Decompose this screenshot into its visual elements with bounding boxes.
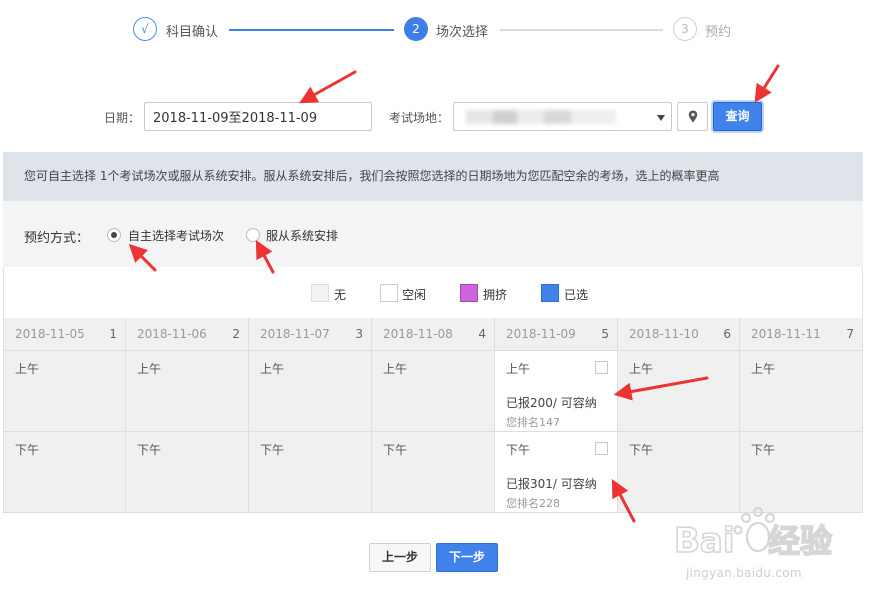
day-header-weekday: 3 (355, 327, 363, 341)
step-2-number: 2 (404, 17, 428, 41)
watermark-url: jingyan.baidu.com (686, 566, 802, 580)
session-slot-unavailable: 下午 (249, 432, 372, 513)
step-3-label: 预约 (705, 25, 732, 40)
slot-enrollment-count: 已报200/ 可容纳 (506, 396, 597, 410)
notice-banner: 您可自主选择 1个考试场次或服从系统安排。服从系统安排后，我们会按照您选择的日期… (3, 152, 863, 201)
day-header-weekday: 1 (109, 327, 117, 341)
calendar-day-header: 2018-11-11 7 (740, 318, 863, 351)
session-slot-unavailable: 上午 (372, 351, 495, 432)
arrow-to-date-input (299, 70, 357, 104)
step-connector-2 (500, 29, 663, 31)
svg-text:Bai: Bai (674, 521, 735, 561)
slot-rank: 您排名147 (506, 416, 560, 429)
booking-mode-title: 预约方式： (24, 231, 90, 246)
next-step-button[interactable]: 下一步 (436, 543, 498, 572)
slot-period-label: 上午 (383, 362, 408, 376)
date-label: 日期： (104, 111, 141, 125)
query-button[interactable]: 查询 (713, 102, 762, 131)
legend-label-selected: 已选 (564, 288, 589, 302)
arrow-to-query-button (754, 64, 780, 103)
day-header-date: 2018-11-06 (137, 327, 207, 341)
venue-value-redacted (466, 110, 616, 124)
calendar-day-header: 2018-11-06 2 (126, 318, 249, 351)
map-pin-icon (688, 110, 697, 123)
slot-period-label: 下午 (15, 443, 40, 457)
legend-swatch-none (311, 284, 329, 302)
legend-swatch-selected (541, 284, 559, 302)
session-slot-unavailable: 上午 (126, 351, 249, 432)
session-slot-unavailable: 下午 (126, 432, 249, 513)
session-slot-unavailable: 上午 (249, 351, 372, 432)
radio-system-assign-label[interactable]: 服从系统安排 (266, 227, 338, 244)
slot-enrollment-count: 已报301/ 可容纳 (506, 477, 597, 491)
day-header-weekday: 2 (232, 327, 240, 341)
baidu-logo: Bai 经验 (673, 506, 833, 562)
day-header-date: 2018-11-11 (751, 327, 821, 341)
radio-self-select-label[interactable]: 自主选择考试场次 (128, 227, 224, 244)
location-button[interactable] (677, 102, 708, 131)
session-slot-unavailable: 下午 (372, 432, 495, 513)
slot-period-label: 上午 (137, 362, 162, 376)
legend-label-crowded: 拥挤 (483, 288, 508, 302)
slot-period-label: 上午 (751, 362, 776, 376)
step-1-check-icon: √ (133, 17, 157, 41)
session-slot-available[interactable]: 下午已报301/ 可容纳 您排名228 (495, 432, 618, 513)
legend-label-free: 空闲 (402, 288, 427, 302)
prev-step-button[interactable]: 上一步 (369, 543, 431, 572)
step-connector-1 (229, 29, 394, 31)
calendar-day-header: 2018-11-05 1 (3, 318, 126, 351)
venue-label: 考试场地： (389, 111, 450, 125)
step-3-number: 3 (673, 17, 697, 41)
calendar-day-header: 2018-11-10 6 (618, 318, 740, 351)
legend-swatch-crowded (460, 284, 478, 302)
slot-period-label: 下午 (383, 443, 408, 457)
radio-system-assign[interactable] (246, 228, 260, 242)
session-slot-unavailable: 上午 (740, 351, 863, 432)
step-2-label: 场次选择 (436, 25, 489, 40)
day-header-date: 2018-11-09 (506, 327, 576, 341)
calendar-day-header: 2018-11-07 3 (249, 318, 372, 351)
radio-self-select[interactable] (107, 228, 121, 242)
slot-period-label: 上午 (506, 362, 531, 376)
caret-down-icon (657, 115, 665, 121)
booking-mode-row: 预约方式： 自主选择考试场次 服从系统安排 (3, 201, 863, 267)
progress-stepper: √ 科目确认 2 场次选择 3 预约 (133, 17, 753, 43)
svg-text:经验: 经验 (768, 522, 832, 560)
slot-period-label: 下午 (751, 443, 776, 457)
session-slot-unavailable: 上午 (618, 351, 740, 432)
slot-period-label: 下午 (629, 443, 654, 457)
legend-swatch-free (380, 284, 398, 302)
day-header-weekday: 5 (601, 327, 609, 341)
day-header-weekday: 7 (846, 327, 854, 341)
day-header-date: 2018-11-08 (383, 327, 453, 341)
day-header-weekday: 6 (723, 327, 731, 341)
calendar-day-header: 2018-11-09 5 (495, 318, 618, 351)
slot-checkbox[interactable] (595, 442, 608, 455)
slot-period-label: 下午 (506, 443, 531, 457)
day-header-date: 2018-11-07 (260, 327, 330, 341)
slot-period-label: 上午 (260, 362, 285, 376)
day-header-weekday: 4 (478, 327, 486, 341)
slot-period-label: 下午 (260, 443, 285, 457)
session-slot-unavailable: 下午 (3, 432, 126, 513)
day-header-date: 2018-11-10 (629, 327, 699, 341)
step-1-label: 科目确认 (166, 25, 219, 40)
date-range-input[interactable] (144, 102, 372, 131)
slot-rank: 您排名228 (506, 497, 560, 510)
slot-period-label: 上午 (15, 362, 40, 376)
session-slot-unavailable: 上午 (3, 351, 126, 432)
venue-select[interactable] (453, 102, 672, 131)
session-slot-available[interactable]: 上午已报200/ 可容纳 您排名147 (495, 351, 618, 432)
session-calendar: 2018-11-05 1 2018-11-06 2 2018-11-07 3 2018-11… (3, 318, 863, 513)
slot-checkbox[interactable] (595, 361, 608, 374)
slot-period-label: 下午 (137, 443, 162, 457)
legend-label-none: 无 (334, 288, 347, 302)
day-header-date: 2018-11-05 (15, 327, 85, 341)
legend: 无 空闲 拥挤 已选 (3, 267, 863, 318)
calendar-day-header: 2018-11-08 4 (372, 318, 495, 351)
baidu-jingyan-watermark: Bai 经验 jingyan.baidu.com (672, 498, 872, 593)
slot-period-label: 上午 (629, 362, 654, 376)
